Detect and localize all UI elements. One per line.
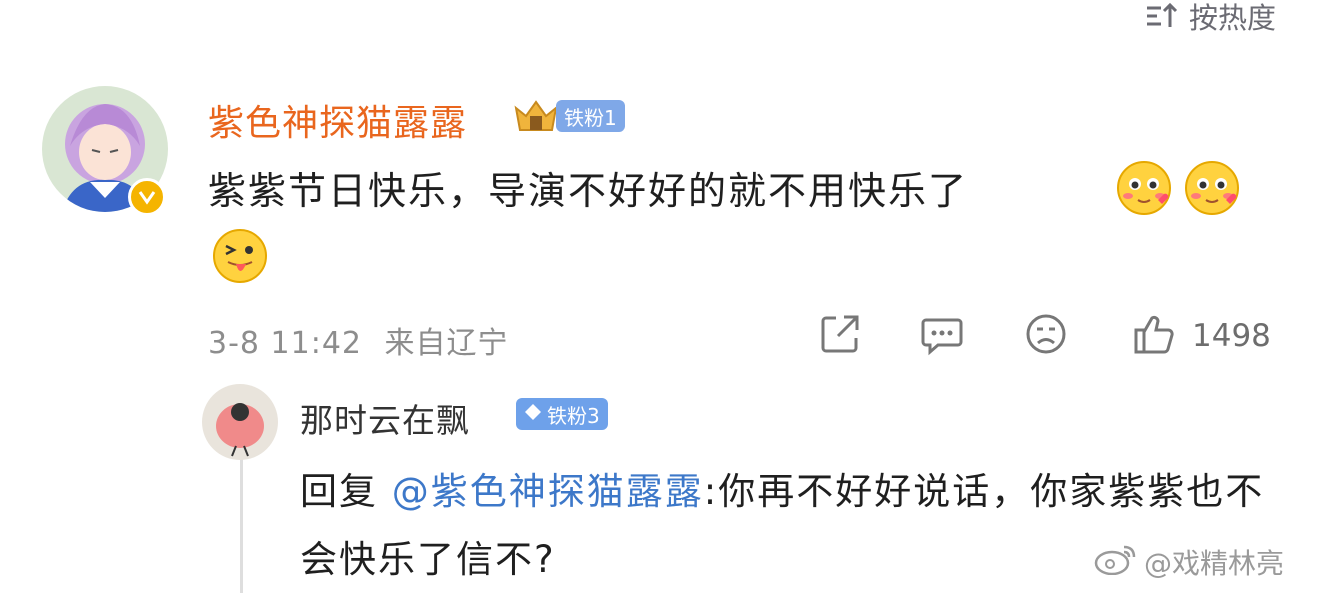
watermark-text: @戏精林亮: [1144, 547, 1285, 580]
comment-icon: [921, 318, 963, 356]
blushing-emoji-icon: [1116, 160, 1172, 216]
reply-prefix: 回复: [300, 470, 392, 513]
dislike-face-icon: [1026, 314, 1066, 354]
like-button[interactable]: [1132, 312, 1176, 356]
watermark: @戏精林亮: [1094, 542, 1284, 582]
username[interactable]: 紫色神探猫露露: [208, 94, 467, 146]
mention-link[interactable]: @紫色神探猫露露: [392, 470, 704, 513]
timestamp: 3-8 11:42: [208, 326, 362, 361]
fan-badge-label: 铁粉1: [564, 105, 617, 130]
sort-label: 按热度: [1188, 1, 1276, 35]
share-icon: [821, 315, 859, 353]
blushing-emoji-icon: [1184, 160, 1240, 216]
tongue-wink-emoji-icon: [212, 228, 268, 284]
reply-fan-badge[interactable]: 铁粉3: [516, 398, 608, 430]
like-count: 1498: [1192, 318, 1271, 354]
weibo-logo-icon: [1094, 543, 1138, 582]
comment-meta: 3-8 11:42 来自辽宁: [208, 318, 509, 362]
crown-icon: [512, 96, 560, 136]
thread-line: [240, 458, 243, 593]
fan-badge[interactable]: 铁粉1: [556, 100, 625, 132]
comment-button[interactable]: [920, 312, 964, 356]
reply-username[interactable]: 那时云在飘: [300, 394, 470, 442]
share-button[interactable]: [818, 312, 862, 356]
comment-text: 紫紫节日快乐，导演不好好的就不用快乐了: [208, 169, 969, 213]
sort-icon: [1145, 1, 1179, 31]
dislike-button[interactable]: [1024, 312, 1068, 356]
reply-fan-badge-label: 铁粉3: [547, 403, 600, 428]
thumbs-up-icon: [1134, 315, 1174, 354]
verified-badge-icon: [128, 178, 166, 216]
reply-avatar[interactable]: [202, 384, 278, 460]
sort-by-hot-button[interactable]: 按热度: [1145, 0, 1276, 35]
diamond-icon: [524, 402, 542, 426]
location: 来自辽宁: [384, 326, 509, 361]
